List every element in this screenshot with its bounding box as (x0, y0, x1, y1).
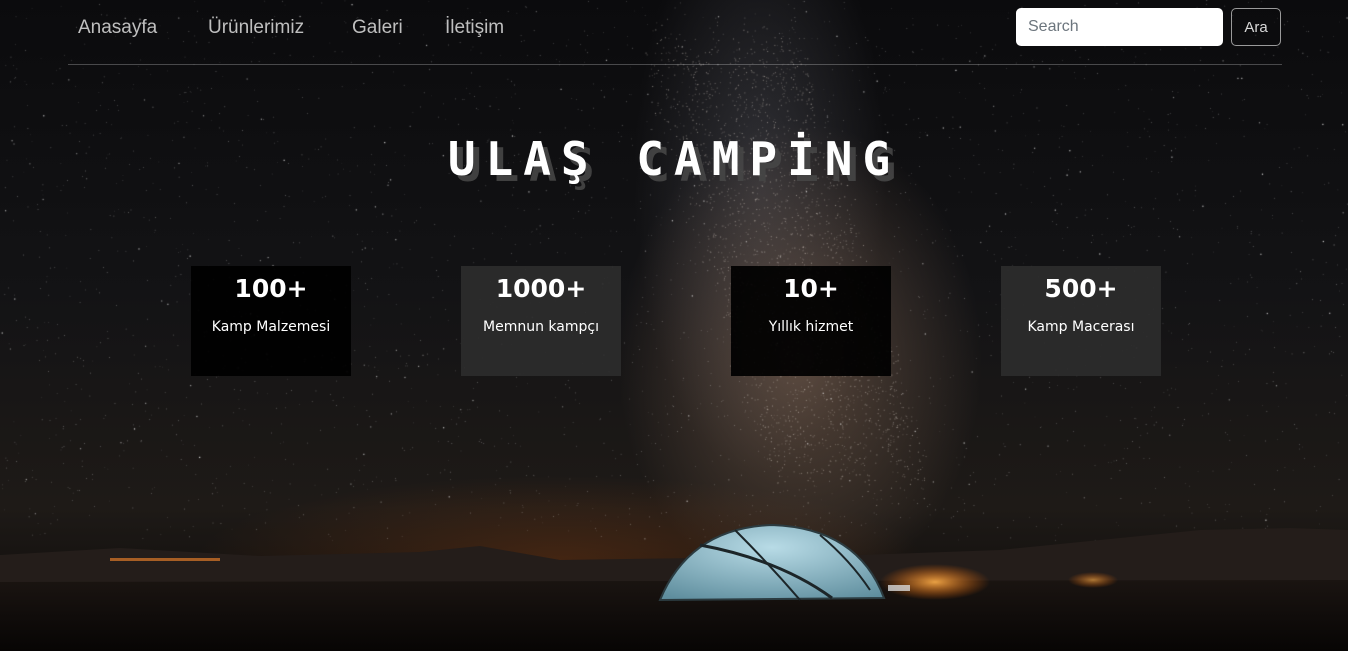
navbar: Anasayfa Ürünlerimiz Galeri İletişim Ara (68, 0, 1282, 65)
stat-card-campers: 1000+ Memnun kampçı (461, 266, 621, 376)
nav-link-anasayfa[interactable]: Anasayfa (78, 17, 157, 39)
stat-card-years: 10+ Yıllık hizmet (731, 266, 891, 376)
stat-label: Kamp Macerası (1027, 319, 1135, 335)
stat-label: Yıllık hizmet (768, 319, 854, 335)
stat-card-equipment: 100+ Kamp Malzemesi (191, 266, 351, 376)
stat-card-adventures: 500+ Kamp Macerası (1001, 266, 1161, 376)
hero-title: ULAŞ CAMPİNG (447, 132, 901, 186)
search-button[interactable]: Ara (1231, 8, 1281, 46)
stat-label: Kamp Malzemesi (211, 319, 331, 335)
nav-link-galeri[interactable]: Galeri (352, 17, 403, 39)
city-lights-horizon (110, 558, 220, 561)
nav-link-urunlerimiz[interactable]: Ürünlerimiz (208, 17, 304, 39)
stat-value: 100+ (234, 274, 308, 303)
search-input[interactable] (1016, 8, 1223, 46)
campfire-glow (880, 564, 990, 600)
nav-link-iletisim[interactable]: İletişim (445, 17, 504, 39)
stat-value: 10+ (783, 274, 839, 303)
tent-icon (658, 523, 886, 602)
stat-value: 500+ (1044, 274, 1118, 303)
stat-label: Memnun kampçı (483, 319, 599, 335)
stat-value: 1000+ (495, 274, 587, 303)
